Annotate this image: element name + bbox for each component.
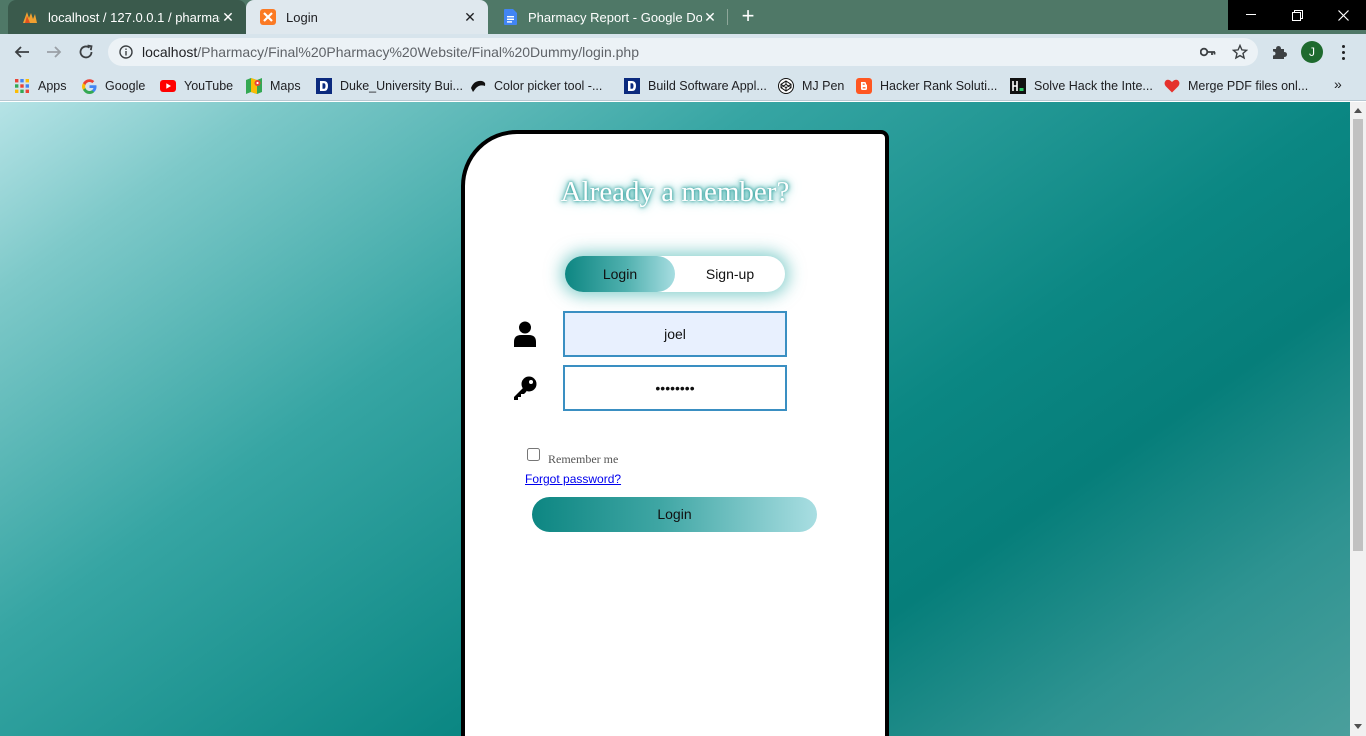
username-input[interactable]	[563, 311, 787, 357]
page-background: Already a member? Login Sign-up Remember…	[0, 102, 1350, 736]
google-icon	[81, 78, 97, 94]
login-submit-button[interactable]: Login	[532, 497, 817, 532]
close-tab-icon[interactable]: ✕	[702, 9, 718, 25]
bookmark-label: YouTube	[184, 79, 234, 93]
arrow-right-icon	[47, 46, 62, 58]
close-window-button[interactable]	[1320, 0, 1366, 30]
tab-title: Login	[286, 9, 318, 25]
toggle-signup-button[interactable]: Sign-up	[675, 256, 785, 292]
bookmark-build-software[interactable]: Build Software Appl...	[624, 76, 767, 96]
bookmark-label: Maps	[270, 79, 301, 93]
browser-menu-icon[interactable]	[1336, 41, 1350, 63]
minimize-icon	[1246, 14, 1256, 15]
extensions-puzzle-icon[interactable]	[1269, 42, 1289, 62]
url-host: localhost	[142, 44, 198, 60]
bookmark-label: Apps	[38, 79, 67, 93]
bookmarks-overflow-button[interactable]: »	[1334, 76, 1342, 92]
duke-icon	[624, 78, 640, 94]
remember-me-checkbox[interactable]	[527, 448, 540, 461]
bookmark-label: Google	[105, 79, 146, 93]
codepen-icon	[778, 78, 794, 94]
page-scrollbar[interactable]	[1350, 102, 1366, 736]
heart-pdf-icon	[1164, 78, 1180, 94]
scroll-up-icon[interactable]	[1354, 108, 1362, 113]
reload-button[interactable]	[73, 39, 99, 65]
youtube-icon	[160, 78, 176, 94]
login-card: Already a member? Login Sign-up Remember…	[461, 130, 889, 736]
tab-login[interactable]: Login ✕	[246, 0, 488, 34]
new-tab-button[interactable]: +	[736, 5, 760, 28]
apps-grid-icon	[14, 78, 30, 94]
key-icon[interactable]	[1200, 38, 1216, 66]
bookmark-apps[interactable]: Apps	[14, 76, 67, 96]
color-picker-icon	[470, 78, 486, 94]
restore-icon	[1291, 9, 1303, 21]
duke-icon	[316, 78, 332, 94]
scroll-down-icon[interactable]	[1354, 724, 1362, 729]
tab-google-docs[interactable]: Pharmacy Report - Google Docs ✕	[488, 0, 728, 34]
xampp-icon	[260, 9, 276, 25]
info-icon[interactable]	[118, 44, 134, 60]
close-tab-icon[interactable]: ✕	[220, 9, 236, 25]
bookmarks-bar: Apps Google YouTube Maps Duke_University…	[0, 70, 1366, 101]
forward-button[interactable]	[41, 39, 67, 65]
maps-icon	[246, 78, 262, 94]
back-button[interactable]	[9, 39, 35, 65]
forgot-password-link[interactable]: Forgot password?	[525, 472, 621, 486]
bookmark-duke-university[interactable]: Duke_University Bui...	[316, 76, 463, 96]
toggle-login-button[interactable]: Login	[565, 256, 675, 292]
bookmark-youtube[interactable]: YouTube	[160, 76, 233, 96]
arrow-left-icon	[14, 46, 29, 58]
star-icon[interactable]	[1232, 38, 1248, 66]
bookmark-google[interactable]: Google	[81, 76, 145, 96]
url-path: /Pharmacy/Final%20Pharmacy%20Website/Fin…	[197, 44, 639, 60]
bookmark-hacker-rank-solutions[interactable]: Hacker Rank Soluti...	[856, 76, 997, 96]
bookmark-label: Build Software Appl...	[648, 79, 767, 93]
remember-me[interactable]: Remember me	[525, 448, 618, 467]
bookmark-maps[interactable]: Maps	[246, 76, 301, 96]
bookmark-solve-hack[interactable]: Solve Hack the Inte...	[1010, 76, 1153, 96]
close-icon	[1337, 9, 1349, 21]
blogger-icon	[856, 78, 872, 94]
profile-avatar[interactable]: J	[1301, 41, 1323, 63]
bookmark-mj-pen[interactable]: MJ Pen	[778, 76, 844, 96]
page-title: Already a member?	[560, 176, 790, 208]
address-bar[interactable]: localhost/Pharmacy/Final%20Pharmacy%20We…	[108, 38, 1258, 66]
user-icon	[511, 320, 539, 348]
browser-toolbar: localhost/Pharmacy/Final%20Pharmacy%20We…	[0, 34, 1366, 70]
bookmark-merge-pdf[interactable]: Merge PDF files onl...	[1164, 76, 1308, 96]
scroll-thumb[interactable]	[1353, 119, 1363, 551]
bookmark-label: Hacker Rank Soluti...	[880, 79, 998, 93]
tab-title: Pharmacy Report - Google Docs	[528, 9, 702, 25]
tab-phpmyadmin[interactable]: localhost / 127.0.0.1 / pharmacy / ✕	[8, 0, 246, 34]
google-docs-icon	[502, 9, 518, 25]
bookmark-label: Duke_University Bui...	[340, 79, 463, 93]
phpmyadmin-icon	[22, 9, 38, 25]
login-signup-toggle: Login Sign-up	[565, 256, 785, 292]
bookmark-label: Merge PDF files onl...	[1188, 79, 1309, 93]
bookmark-label: Solve Hack the Inte...	[1034, 79, 1153, 93]
password-input[interactable]	[563, 365, 787, 411]
remember-me-label: Remember me	[548, 452, 619, 466]
restore-button[interactable]	[1274, 0, 1320, 30]
bookmark-label: Color picker tool -...	[494, 79, 603, 93]
tab-strip: localhost / 127.0.0.1 / pharmacy / ✕ Log…	[0, 0, 1366, 34]
hackerrank-icon	[1010, 78, 1026, 94]
bookmark-color-picker[interactable]: Color picker tool -...	[470, 76, 602, 96]
tab-title: localhost / 127.0.0.1 / pharmacy /	[48, 9, 220, 25]
bookmark-label: MJ Pen	[802, 79, 845, 93]
close-tab-icon[interactable]: ✕	[462, 9, 478, 25]
minimize-button[interactable]	[1228, 0, 1274, 30]
key-icon	[511, 374, 539, 402]
reload-icon	[79, 44, 93, 59]
